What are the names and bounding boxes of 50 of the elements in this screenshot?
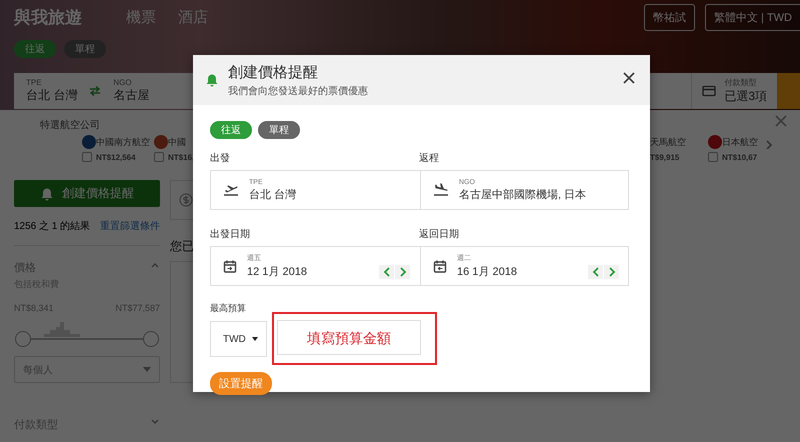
- payment-label: 付款類型: [724, 77, 758, 88]
- airline-name: 天馬航空: [650, 137, 686, 148]
- field-label: 最高預算: [210, 302, 247, 315]
- field-label: 出發日期: [210, 228, 251, 241]
- trip-type-tab[interactable]: 往返: [210, 121, 252, 139]
- section-title: 特選航空公司: [40, 118, 100, 132]
- airline-price: NT$16,: [168, 152, 194, 162]
- airline-price: T$9,915: [650, 152, 680, 162]
- airline-name: 日本航空: [722, 137, 758, 147]
- budget-input[interactable]: 填寫預算金額: [277, 320, 421, 355]
- trip-type-tab[interactable]: 單程: [64, 40, 106, 58]
- reset-filters-link[interactable]: 重置篩選條件: [100, 219, 160, 233]
- create-alert-button[interactable]: 創建價格提醒: [14, 180, 160, 207]
- bell-icon: [205, 73, 219, 87]
- trip-type-tab[interactable]: 單程: [258, 121, 300, 139]
- dialog-title: 創建價格提醒: [228, 62, 319, 82]
- bell-icon: [40, 186, 54, 200]
- airline-logo-icon: [154, 135, 168, 149]
- chevron-right-icon: [764, 139, 774, 149]
- airline-checkbox[interactable]: [154, 152, 164, 162]
- airline-checkbox[interactable]: [708, 152, 718, 162]
- airline-price: NT$10,67: [722, 152, 758, 162]
- airline-logo-icon: [708, 135, 722, 149]
- origin-city: 台北 台灣: [26, 87, 78, 104]
- currency-select[interactable]: TWD: [210, 321, 267, 357]
- caret-icon: [252, 337, 258, 341]
- results-heading: 您已: [170, 238, 194, 255]
- airline-checkbox[interactable]: [82, 152, 92, 162]
- close-icon: [774, 114, 788, 128]
- airline-price: NT$12,564: [96, 152, 137, 162]
- dollar-icon: [179, 193, 193, 207]
- results-count: 1256 之 1 的結果: [14, 220, 90, 233]
- trip-type-tab[interactable]: 往返: [14, 40, 56, 58]
- dialog-subtitle: 我們會向您發送最好的票價優惠: [228, 84, 369, 98]
- airline-name: 中國南方航空: [96, 137, 150, 147]
- destination-city: 名古屋: [113, 87, 150, 104]
- caret-icon: [143, 367, 151, 372]
- card-icon: [702, 85, 716, 97]
- airline-name: 中國: [168, 137, 187, 147]
- payment-value: 已選3項: [724, 88, 767, 105]
- swap-arrows-icon: [89, 86, 102, 96]
- airline-logo-icon: [82, 135, 96, 149]
- field-label: 返程: [419, 152, 440, 165]
- set-alert-button[interactable]: 設置提醒: [210, 372, 272, 395]
- field-label: 返回日期: [419, 228, 460, 241]
- close-icon: [622, 70, 636, 84]
- field-label: 出發: [210, 152, 231, 165]
- site-logo[interactable]: 與我旅遊: [14, 6, 126, 28]
- airport-code: NGO: [113, 78, 133, 87]
- airport-code: TPE: [26, 78, 43, 87]
